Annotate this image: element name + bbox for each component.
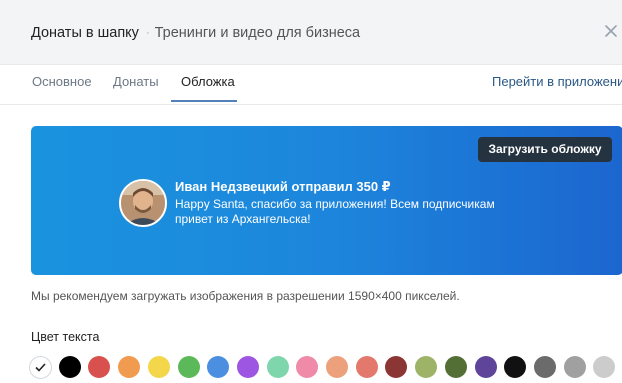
donor-name: Иван Недзвецкий отправил 350 ₽ (175, 179, 391, 194)
resolution-hint: Мы рекомендуем загружать изображения в р… (31, 289, 460, 303)
modal-title: Донаты в шапку · Тренинги и видео для бизн… (31, 25, 360, 41)
cover-preview: Загрузить обложку Иван Недзвецкий отправ… (31, 126, 622, 275)
tab-cover[interactable]: Обложка (181, 74, 235, 89)
community-name: Тренинги и видео для бизнеса (154, 25, 361, 41)
avatar (119, 179, 167, 227)
open-app-link[interactable]: Перейти в приложение (492, 74, 622, 89)
color-swatch[interactable] (356, 356, 378, 378)
active-tab-indicator (171, 100, 237, 102)
color-swatch[interactable] (385, 356, 407, 378)
color-swatch[interactable] (148, 356, 170, 378)
title-separator: · (145, 27, 150, 39)
color-swatch[interactable] (564, 356, 586, 378)
color-swatch[interactable] (237, 356, 259, 378)
color-swatch[interactable] (445, 356, 467, 378)
color-swatch[interactable] (534, 356, 556, 378)
color-swatch[interactable] (504, 356, 526, 378)
color-swatch-selected[interactable] (29, 356, 52, 379)
upload-cover-button[interactable]: Загрузить обложку (478, 137, 612, 162)
color-swatch[interactable] (267, 356, 289, 378)
color-swatch[interactable] (118, 356, 140, 378)
tab-bar: Основное Донаты Обложка Перейти в прилож… (0, 64, 622, 105)
donor-message: Happy Santa, спасибо за приложения! Всем… (175, 197, 495, 226)
color-swatch[interactable] (59, 356, 81, 378)
color-swatch[interactable] (178, 356, 200, 378)
color-swatch[interactable] (207, 356, 229, 378)
check-icon (35, 363, 46, 372)
color-swatch[interactable] (296, 356, 318, 378)
tab-donations[interactable]: Донаты (113, 74, 159, 89)
tab-main[interactable]: Основное (32, 74, 92, 89)
text-color-palette (29, 356, 622, 380)
close-icon[interactable] (603, 23, 619, 39)
color-swatch[interactable] (326, 356, 348, 378)
modal-header: Донаты в шапку · Тренинги и видео для бизн… (0, 0, 622, 65)
page-title: Донаты в шапку (31, 25, 139, 41)
color-swatch[interactable] (475, 356, 497, 378)
color-swatch[interactable] (593, 356, 615, 378)
text-color-label: Цвет текста (31, 330, 100, 344)
color-swatch[interactable] (88, 356, 110, 378)
color-swatch[interactable] (415, 356, 437, 378)
